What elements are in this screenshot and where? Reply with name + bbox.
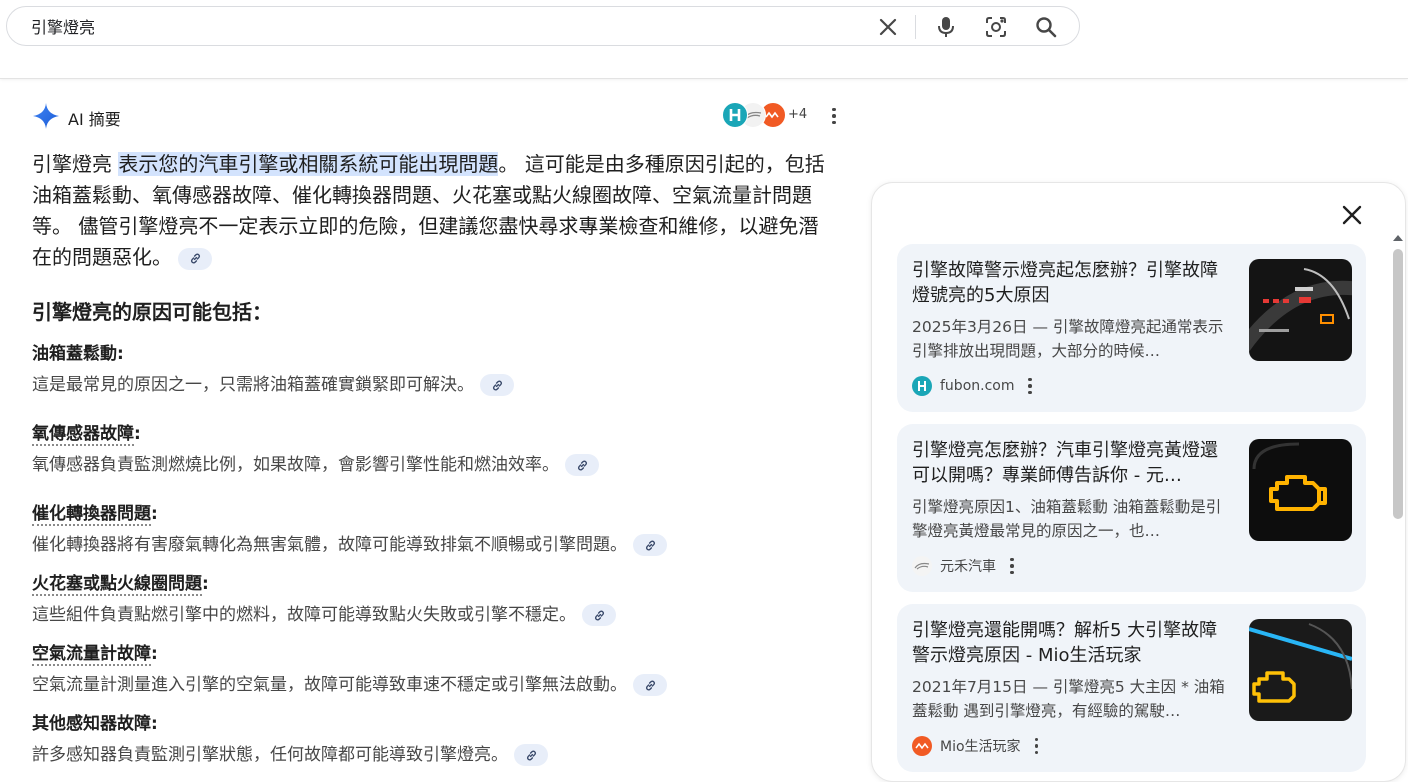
more-sources-count[interactable]: +4: [788, 107, 807, 122]
gemini-sparkle-icon: [33, 103, 59, 129]
yuanhe-favicon-icon: [912, 556, 932, 576]
reasons-heading: 引擎燈亮的原因可能包括：: [32, 300, 272, 324]
search-divider: [915, 15, 916, 39]
source-site-name: 元禾汽車: [940, 559, 996, 575]
summary-lead: 引擎燈亮: [32, 152, 112, 176]
source-card-site: Mio生活玩家: [912, 734, 1039, 758]
citation-link-icon[interactable]: [633, 534, 667, 556]
speedometer-thumbnail[interactable]: [1249, 619, 1352, 721]
microphone-icon[interactable]: [933, 14, 959, 40]
source-card-snippet: 2025年3月26日 — 引擎故障燈亮起通常表示引擎排放出現問題，大部分的時候…: [912, 318, 1224, 360]
reason-desc: 這是最常見的原因之一，只需將油箱蓋確實鎖緊即可解決。: [32, 375, 474, 395]
search-input[interactable]: [31, 15, 851, 37]
source-card[interactable]: 引擎故障警示燈亮起怎麼辦？引擎故障燈號亮的5大原因 2025年3月26日 — 引…: [897, 244, 1366, 412]
reason-title: 其他感知器故障: [32, 714, 151, 734]
close-panel-button[interactable]: [1338, 201, 1366, 229]
search-header: [0, 0, 1408, 79]
engine-light-thumbnail[interactable]: [1249, 439, 1352, 541]
source-card-site: 元禾汽車: [912, 554, 1014, 578]
reason-item: 其他感知器故障: 許多感知器負責監測引擎狀態，任何故障都可能導致引擎燈亮。: [32, 713, 832, 767]
reason-item: 火花塞或點火線圈問題: 這些組件負責點燃引擎中的燃料，故障可能導致點火失敗或引擎…: [32, 573, 832, 627]
reason-desc: 這些組件負責點燃引擎中的燃料，故障可能導致點火失敗或引擎不穩定。: [32, 605, 576, 625]
panel-scrollbar[interactable]: [1393, 249, 1403, 519]
ai-summary-text: 引擎燈亮 表示您的汽車引擎或相關系統可能出現問題。 這可能是由多種原因引起的，包…: [32, 149, 832, 273]
source-card-site: fubon.com: [912, 374, 1032, 398]
source-card[interactable]: 引擎燈亮怎麼辦？汽車引擎燈亮黃燈還可以開嗎？專業師傅告訴你 - 元… 引擎燈亮原…: [897, 424, 1366, 592]
search-box: [6, 6, 1080, 46]
reason-title[interactable]: 空氣流量計故障: [32, 644, 151, 666]
reason-item: 氧傳感器故障: 氧傳感器負責監測燃燒比例，如果故障，會影響引擎性能和燃油效率。: [32, 423, 832, 477]
dashboard-thumbnail[interactable]: [1249, 259, 1352, 361]
source-card-snippet: 引擎燈亮原因1、油箱蓋鬆動 油箱蓋鬆動是引擎燈亮黃燈最常見的原因之一，也…: [912, 498, 1222, 540]
camera-lens-icon[interactable]: [983, 14, 1009, 40]
reason-title[interactable]: 火花塞或點火線圈問題: [32, 574, 202, 596]
sources-panel: 引擎故障警示燈亮起怎麼辦？引擎故障燈號亮的5大原因 2025年3月26日 — 引…: [871, 182, 1406, 782]
reason-title: 油箱蓋鬆動: [32, 344, 117, 364]
more-options-icon[interactable]: [826, 104, 842, 128]
reason-item: 催化轉換器問題: 催化轉換器將有害廢氣轉化為無害氣體，故障可能導致排氣不順暢或引…: [32, 503, 832, 557]
source-options-icon[interactable]: [1010, 557, 1014, 575]
search-icon[interactable]: [1033, 14, 1059, 40]
ai-overview-title: AI 摘要: [68, 110, 121, 129]
citation-link-icon[interactable]: [565, 454, 599, 476]
scroll-up-arrow[interactable]: [1393, 235, 1403, 241]
source-options-icon[interactable]: [1028, 377, 1032, 395]
clear-icon[interactable]: [875, 14, 901, 40]
source-site-name: fubon.com: [940, 378, 1015, 394]
source-card-title[interactable]: 引擎燈亮還能開嗎？解析5 大引擎故障警示燈亮原因 - Mio生活玩家: [912, 618, 1232, 668]
fubon-favicon-icon: [722, 102, 748, 128]
fubon-favicon-icon: [912, 376, 932, 396]
source-site-name: Mio生活玩家: [940, 739, 1021, 755]
reason-desc: 空氣流量計測量進入引擎的空氣量，故障可能導致車速不穩定或引擎無法啟動。: [32, 675, 627, 695]
source-card-snippet: 2021年7月15日 — 引擎燈亮5 大主因 * 油箱蓋鬆動 遇到引擎燈亮，有經…: [912, 678, 1225, 720]
reason-desc: 催化轉換器將有害廢氣轉化為無害氣體，故障可能導致排氣不順暢或引擎問題。: [32, 535, 627, 555]
citation-link-icon[interactable]: [582, 604, 616, 626]
close-icon: [1342, 205, 1362, 225]
reason-title[interactable]: 氧傳感器故障: [32, 424, 134, 446]
reason-desc: 許多感知器負責監測引擎狀態，任何故障都可能導致引擎燈亮。: [32, 745, 508, 765]
citation-link-icon[interactable]: [633, 674, 667, 696]
summary-highlight: 表示您的汽車引擎或相關系統可能出現問題: [118, 152, 499, 176]
citation-link-icon[interactable]: [480, 374, 514, 396]
citation-link-icon[interactable]: [178, 247, 212, 270]
reason-item: 油箱蓋鬆動: 這是最常見的原因之一，只需將油箱蓋確實鎖緊即可解決。: [32, 343, 832, 397]
reason-item: 空氣流量計故障: 空氣流量計測量進入引擎的空氣量，故障可能導致車速不穩定或引擎無…: [32, 643, 832, 697]
source-card-title[interactable]: 引擎故障警示燈亮起怎麼辦？引擎故障燈號亮的5大原因: [912, 258, 1232, 308]
reason-title[interactable]: 催化轉換器問題: [32, 504, 151, 526]
reason-desc: 氧傳感器負責監測燃燒比例，如果故障，會影響引擎性能和燃油效率。: [32, 455, 559, 475]
citation-link-icon[interactable]: [514, 744, 548, 766]
mio-favicon-icon: [912, 736, 932, 756]
source-card[interactable]: 引擎燈亮還能開嗎？解析5 大引擎故障警示燈亮原因 - Mio生活玩家 2021年…: [897, 604, 1366, 772]
source-options-icon[interactable]: [1034, 737, 1039, 755]
ai-overview-header: AI 摘要 +4: [32, 100, 842, 132]
source-card-title[interactable]: 引擎燈亮怎麼辦？汽車引擎燈亮黃燈還可以開嗎？專業師傅告訴你 - 元…: [912, 438, 1232, 488]
